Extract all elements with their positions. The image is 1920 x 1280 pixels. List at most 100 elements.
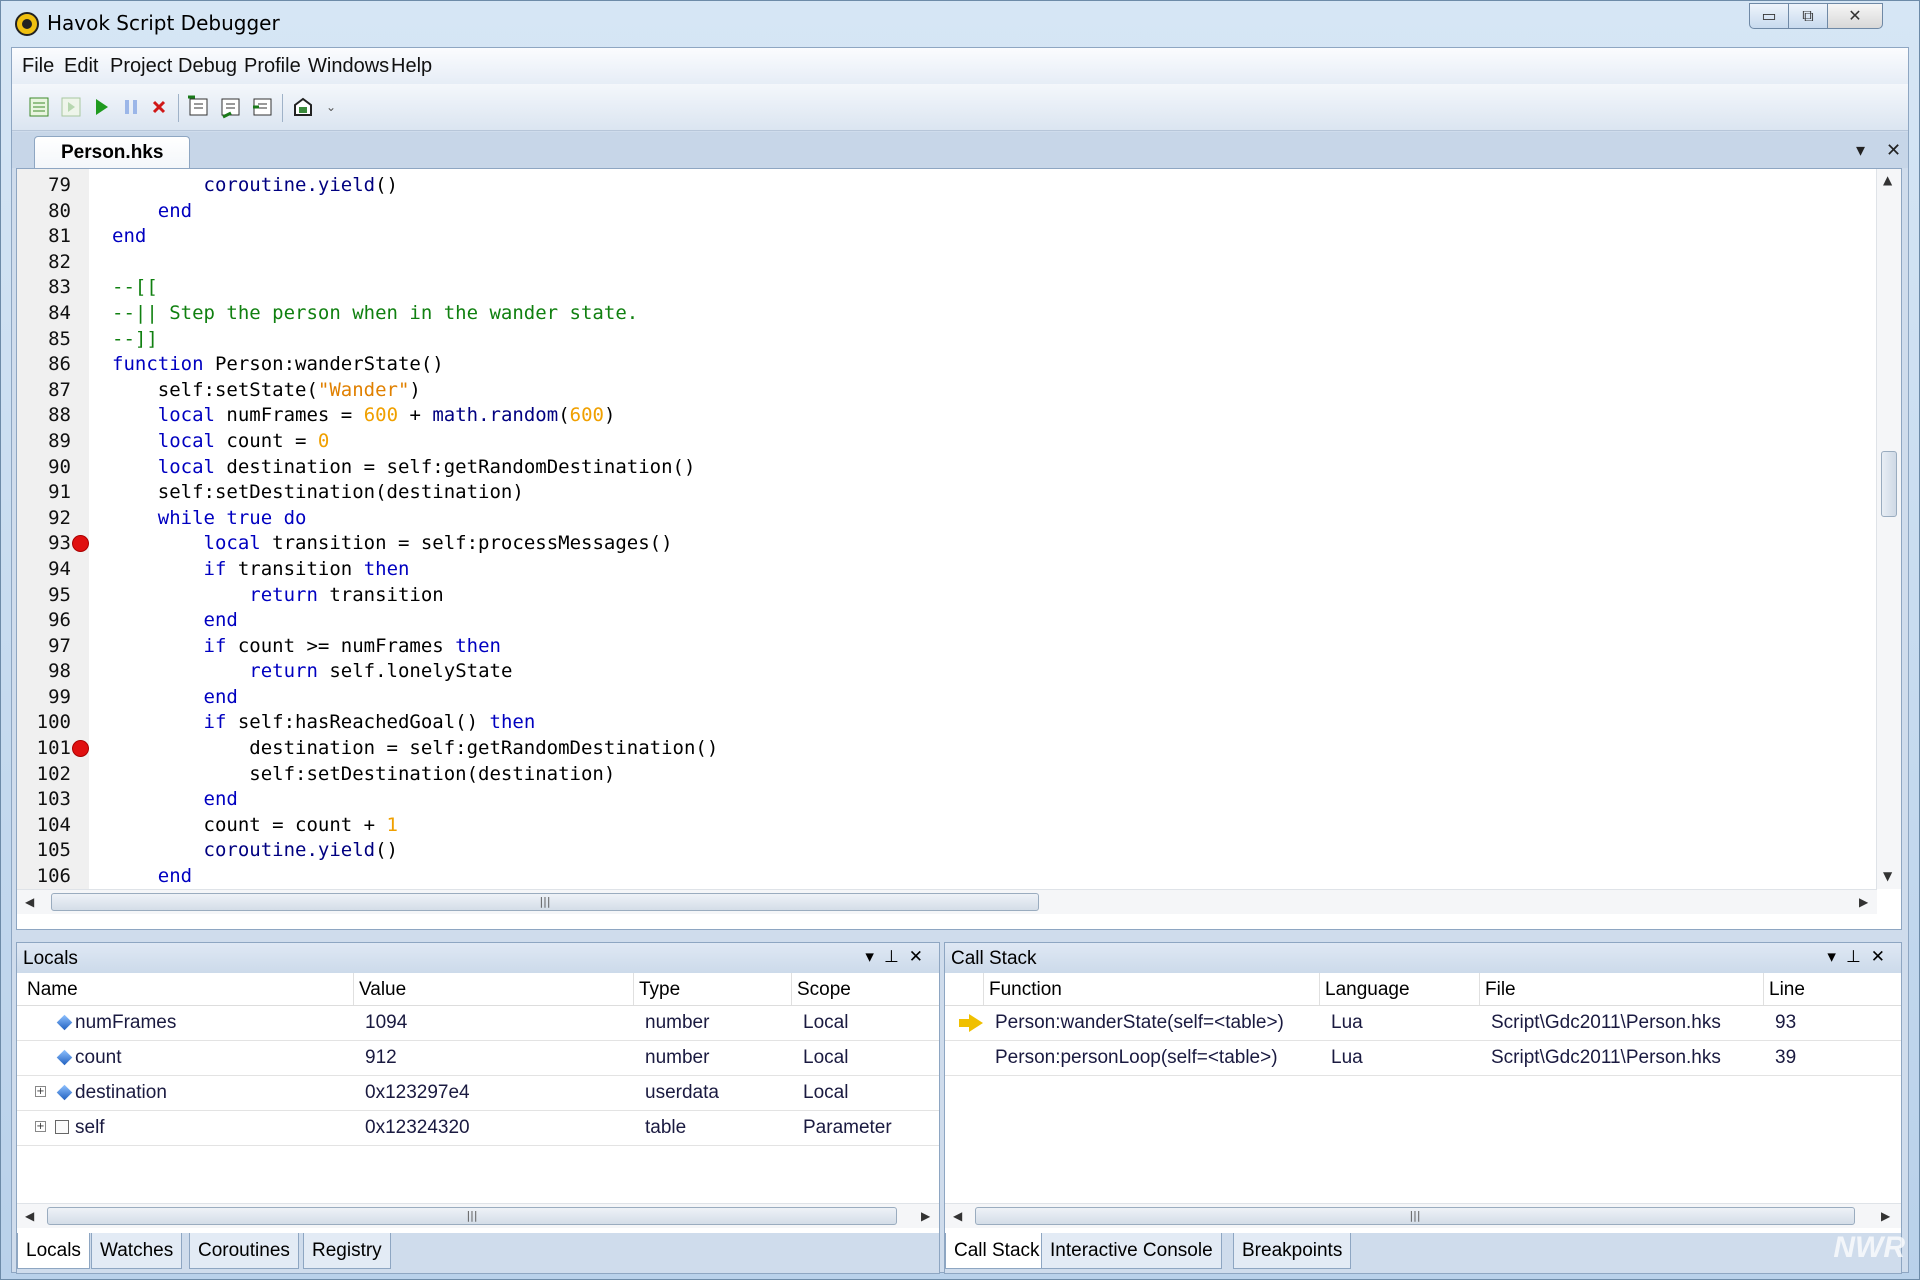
call-stack-row[interactable]: Person:personLoop(self=<table>) Lua Script… — [945, 1040, 1901, 1076]
code-text[interactable]: return transition — [112, 583, 443, 609]
package-icon[interactable] — [288, 92, 318, 122]
line-number[interactable]: 85 — [17, 327, 71, 353]
code-line[interactable]: 91 self:setDestination(destination) — [17, 480, 1877, 506]
step-icon[interactable] — [56, 92, 86, 122]
line-number[interactable]: 102 — [17, 762, 71, 788]
tab-registry[interactable]: Registry — [303, 1233, 391, 1269]
tab-person-hks[interactable]: Person.hks — [34, 136, 191, 169]
code-text[interactable]: --[[ — [112, 275, 158, 301]
stop-icon[interactable] — [144, 92, 174, 122]
line-number[interactable]: 81 — [17, 224, 71, 250]
column-divider[interactable] — [791, 973, 792, 1005]
code-line[interactable]: 102 self:setDestination(destination) — [17, 762, 1877, 788]
code-text[interactable]: function Person:wanderState() — [112, 352, 444, 378]
column-value[interactable]: Value — [359, 979, 406, 1001]
line-number[interactable]: 84 — [17, 301, 71, 327]
code-line[interactable]: 96 end — [17, 608, 1877, 634]
line-number[interactable]: 92 — [17, 506, 71, 532]
line-number[interactable]: 88 — [17, 403, 71, 429]
line-number[interactable]: 96 — [17, 608, 71, 634]
close-document-icon[interactable]: ✕ — [1886, 140, 1901, 161]
locals-pane-controls[interactable]: ▾⊥✕ — [865, 947, 933, 967]
toolbar-overflow-icon[interactable]: ⌄ — [316, 92, 346, 122]
code-text[interactable]: end — [112, 787, 238, 813]
code-line[interactable]: 95 return transition — [17, 583, 1877, 609]
line-number[interactable]: 91 — [17, 480, 71, 506]
column-divider[interactable] — [1479, 973, 1480, 1005]
column-divider[interactable] — [353, 973, 354, 1005]
code-line[interactable]: 87 self:setState("Wander") — [17, 378, 1877, 404]
locals-row[interactable]: count 912 number Local — [17, 1040, 939, 1076]
code-line[interactable]: 104 count = count + 1 — [17, 813, 1877, 839]
pane-dropdown-icon[interactable]: ▾ — [865, 947, 884, 967]
column-divider[interactable] — [633, 973, 634, 1005]
breakpoint-icon[interactable] — [73, 536, 88, 552]
code-text[interactable]: local count = 0 — [112, 429, 330, 455]
close-icon[interactable]: ✕ — [909, 947, 933, 967]
code-line[interactable]: 84 --|| Step the person when in the wande… — [17, 301, 1877, 327]
code-text[interactable]: count = count + 1 — [112, 813, 399, 839]
code-text[interactable]: if transition then — [112, 557, 410, 583]
call-stack-pane-controls[interactable]: ▾⊥✕ — [1827, 947, 1895, 967]
line-number[interactable]: 87 — [17, 378, 71, 404]
minimize-button[interactable]: ▭ — [1749, 3, 1789, 29]
menu-edit[interactable]: Edit — [64, 55, 98, 78]
code-line[interactable]: 99 end — [17, 685, 1877, 711]
line-number[interactable]: 89 — [17, 429, 71, 455]
document-icon[interactable] — [24, 92, 54, 122]
call-stack-row[interactable]: Person:wanderState(self=<table>) Lua Scrip… — [945, 1005, 1901, 1041]
code-line[interactable]: 101 destination = self:getRandomDestinat… — [17, 736, 1877, 762]
code-line[interactable]: 79 coroutine.yield() — [17, 173, 1877, 199]
code-line[interactable]: 100 if self:hasReachedGoal() then — [17, 710, 1877, 736]
pin-icon[interactable]: ⊥ — [1846, 947, 1871, 967]
tab-locals[interactable]: Locals — [17, 1233, 90, 1269]
code-text[interactable]: coroutine.yield() — [112, 838, 398, 864]
column-divider[interactable] — [1319, 973, 1320, 1005]
line-number[interactable]: 100 — [17, 710, 71, 736]
code-text[interactable]: while true do — [112, 506, 307, 532]
line-number[interactable]: 90 — [17, 455, 71, 481]
tab-list-icon[interactable]: ▾ — [1856, 140, 1865, 161]
code-line[interactable]: 89 local count = 0 — [17, 429, 1877, 455]
code-line[interactable]: 92 while true do — [17, 506, 1877, 532]
column-function[interactable]: Function — [989, 979, 1062, 1001]
code-line[interactable]: 90 local destination = self:getRandomDes… — [17, 455, 1877, 481]
line-number[interactable]: 80 — [17, 199, 71, 225]
line-number[interactable]: 83 — [17, 275, 71, 301]
code-line[interactable]: 97 if count >= numFrames then — [17, 634, 1877, 660]
column-scope[interactable]: Scope — [797, 979, 851, 1001]
scroll-left-icon[interactable]: ◀ — [25, 1209, 34, 1223]
code-text[interactable]: end — [112, 685, 238, 711]
breakpoint-icon[interactable] — [73, 741, 88, 757]
line-number[interactable]: 86 — [17, 352, 71, 378]
line-number[interactable]: 79 — [17, 173, 71, 199]
line-number[interactable]: 93 — [17, 531, 71, 557]
scroll-down-icon[interactable]: ▼ — [1883, 869, 1892, 883]
code-text[interactable]: coroutine.yield() — [112, 173, 398, 199]
line-number[interactable]: 101 — [17, 736, 71, 762]
vertical-scroll-thumb[interactable] — [1881, 451, 1897, 517]
locals-horizontal-scrollbar[interactable]: ◀ ||| ▶ — [17, 1203, 939, 1228]
line-number[interactable]: 99 — [17, 685, 71, 711]
close-button[interactable]: ✕ — [1827, 3, 1883, 29]
close-icon[interactable]: ✕ — [1871, 947, 1895, 967]
line-number[interactable]: 103 — [17, 787, 71, 813]
code-text[interactable]: return self.lonelyState — [112, 659, 512, 685]
code-line[interactable]: 94 if transition then — [17, 557, 1877, 583]
scroll-left-icon[interactable]: ◀ — [953, 1209, 962, 1223]
code-line[interactable]: 106 end — [17, 864, 1877, 887]
menu-project[interactable]: Project — [110, 55, 172, 78]
pause-icon[interactable] — [116, 92, 146, 122]
step-out-icon[interactable] — [248, 92, 278, 122]
menu-help[interactable]: Help — [391, 55, 432, 78]
line-number[interactable]: 95 — [17, 583, 71, 609]
pin-icon[interactable]: ⊥ — [884, 947, 909, 967]
code-text[interactable]: --|| Step the person when in the wander … — [112, 301, 638, 327]
locals-row[interactable]: + destination 0x123297e4 userdata Local — [17, 1075, 939, 1111]
column-file[interactable]: File — [1485, 979, 1516, 1001]
code-lines[interactable]: 79 coroutine.yield() 80 end 81 end 82 83 --[[8… — [17, 173, 1877, 887]
scroll-right-icon[interactable]: ▶ — [921, 1209, 930, 1223]
call-stack-scroll-thumb[interactable]: ||| — [975, 1207, 1855, 1225]
pane-dropdown-icon[interactable]: ▾ — [1827, 947, 1846, 967]
code-line[interactable]: 82 — [17, 250, 1877, 276]
